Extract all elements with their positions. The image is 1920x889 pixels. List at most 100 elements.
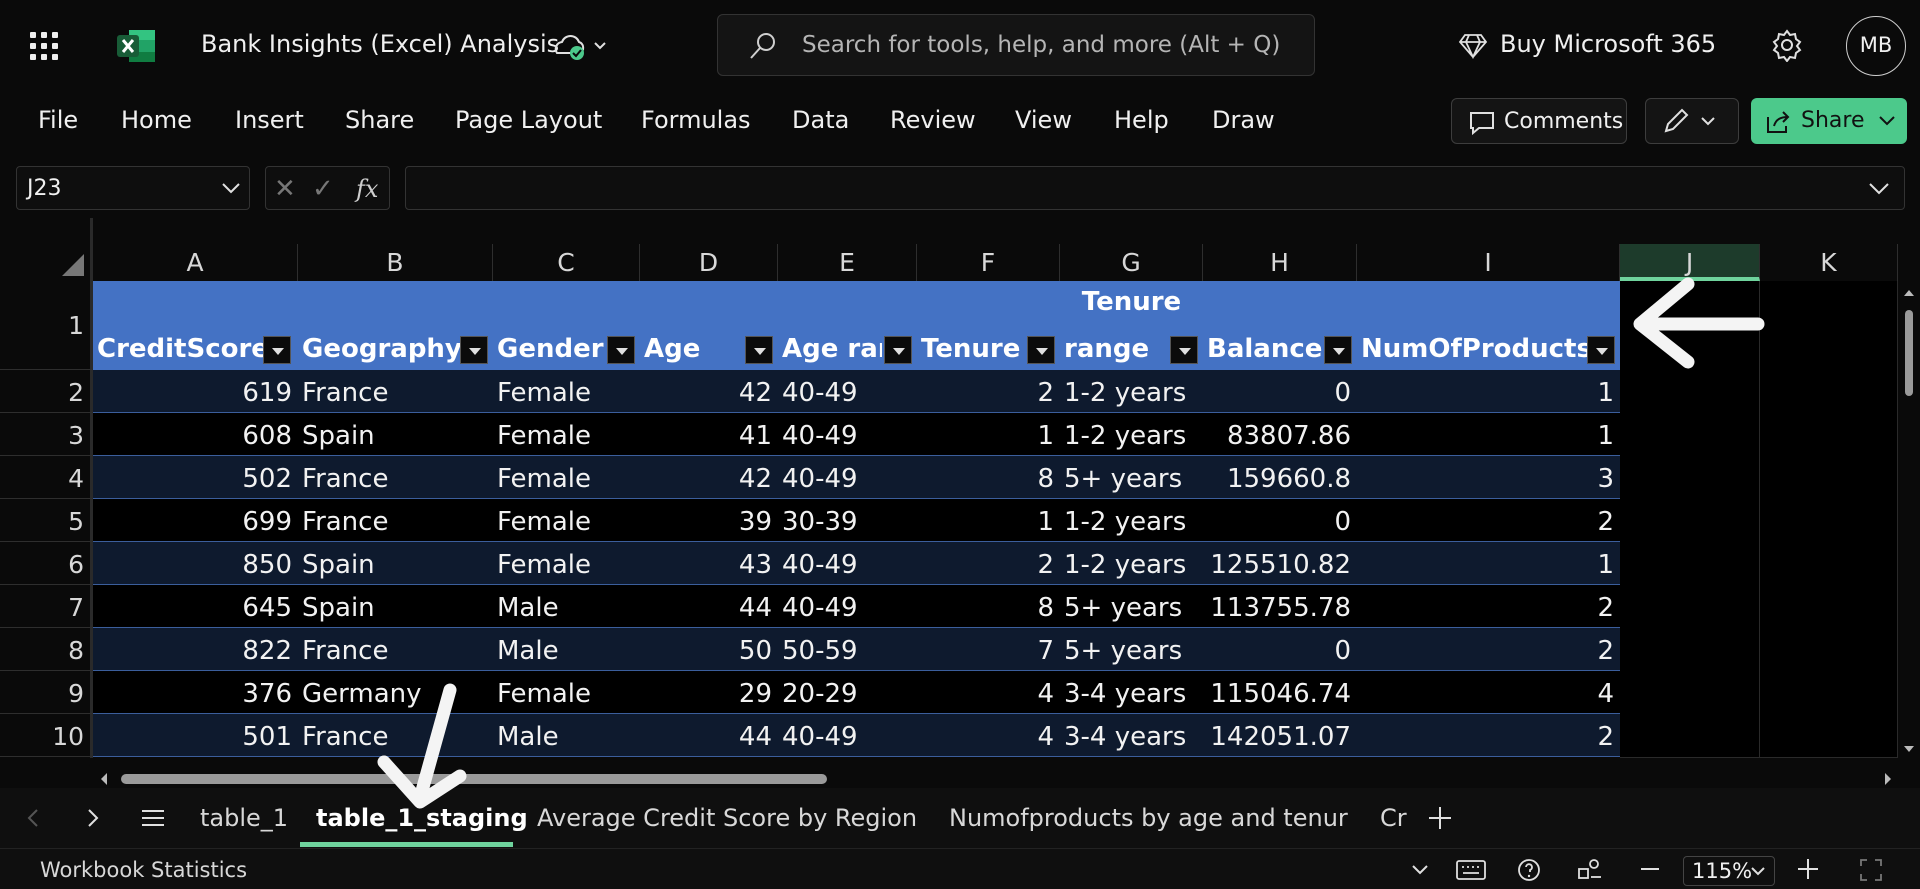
- cell-balance[interactable]: 0: [1203, 628, 1357, 671]
- row-header[interactable]: 7: [0, 585, 92, 628]
- row-header[interactable]: 2: [0, 370, 92, 413]
- cell-numofproducts[interactable]: 1: [1357, 542, 1620, 585]
- cell-age-range[interactable]: 20-29: [778, 671, 917, 714]
- cell-tenure[interactable]: 8: [917, 585, 1060, 628]
- formula-input[interactable]: [405, 166, 1905, 210]
- row-header[interactable]: 10: [0, 714, 92, 757]
- cell-geography[interactable]: France: [298, 499, 493, 542]
- cell-balance[interactable]: 142051.07: [1203, 714, 1357, 757]
- header-cell-creditscore[interactable]: CreditScore: [93, 281, 298, 370]
- menu-help[interactable]: Help: [1114, 106, 1169, 134]
- cell-balance[interactable]: 0: [1203, 499, 1357, 542]
- menu-view[interactable]: View: [1015, 106, 1072, 134]
- cell-gender[interactable]: Male: [493, 585, 640, 628]
- cell-tenure[interactable]: 7: [917, 628, 1060, 671]
- accessibility-icon[interactable]: [1576, 857, 1604, 883]
- zoom-level-select[interactable]: 115%: [1683, 856, 1775, 886]
- cell-age-range[interactable]: 40-49: [778, 542, 917, 585]
- column-header-g[interactable]: G: [1060, 244, 1203, 281]
- empty-column-k[interactable]: [1760, 281, 1898, 758]
- menu-review[interactable]: Review: [890, 106, 976, 134]
- expand-formula-icon[interactable]: [1868, 181, 1890, 197]
- cell-tenure-range[interactable]: 1-2 years: [1060, 542, 1203, 585]
- menu-insert[interactable]: Insert: [235, 106, 304, 134]
- sheet-tab-table-1[interactable]: table_1: [200, 804, 288, 832]
- cell-tenure[interactable]: 2: [917, 370, 1060, 413]
- cell-age[interactable]: 39: [640, 499, 778, 542]
- cell-numofproducts[interactable]: 2: [1357, 714, 1620, 757]
- column-header-c[interactable]: C: [493, 244, 640, 281]
- workbook-statistics-button[interactable]: Workbook Statistics: [40, 858, 247, 882]
- fullscreen-icon[interactable]: [1858, 857, 1884, 883]
- cell-tenure-range[interactable]: 5+ years: [1060, 585, 1203, 628]
- cell-age-range[interactable]: 40-49: [778, 456, 917, 499]
- cell-creditscore[interactable]: 850: [93, 542, 298, 585]
- chevron-down-icon[interactable]: [1410, 861, 1430, 879]
- comments-button[interactable]: Comments: [1451, 98, 1627, 144]
- cell-age-range[interactable]: 50-59: [778, 628, 917, 671]
- menu-draw[interactable]: Draw: [1212, 106, 1275, 134]
- header-cell-tenure-range[interactable]: Tenure range: [1060, 281, 1203, 370]
- sheet-tab-numofproducts[interactable]: Numofproducts by age and tenur: [949, 804, 1348, 832]
- all-sheets-menu-icon[interactable]: [140, 806, 166, 830]
- cell-age-range[interactable]: 30-39: [778, 499, 917, 542]
- row-header[interactable]: 6: [0, 542, 92, 585]
- cell-geography[interactable]: France: [298, 456, 493, 499]
- app-launcher-icon[interactable]: [30, 32, 62, 60]
- cell-gender[interactable]: Male: [493, 714, 640, 757]
- cell-geography[interactable]: Spain: [298, 585, 493, 628]
- avatar[interactable]: MB: [1846, 16, 1906, 76]
- header-cell-age-range[interactable]: Age ran: [778, 281, 917, 370]
- cell-tenure-range[interactable]: 3-4 years: [1060, 671, 1203, 714]
- header-cell-gender[interactable]: Gender: [493, 281, 640, 370]
- menu-data[interactable]: Data: [792, 106, 849, 134]
- editing-mode-button[interactable]: [1645, 98, 1739, 144]
- row-header[interactable]: 1: [0, 281, 92, 370]
- cell-age-range[interactable]: 40-49: [778, 585, 917, 628]
- cell-tenure-range[interactable]: 1-2 years: [1060, 413, 1203, 456]
- column-header-a[interactable]: A: [93, 244, 298, 281]
- help-icon[interactable]: [1516, 857, 1542, 883]
- cell-age[interactable]: 50: [640, 628, 778, 671]
- filter-dropdown-icon[interactable]: [1324, 336, 1352, 364]
- cell-geography[interactable]: Spain: [298, 542, 493, 585]
- filter-dropdown-icon[interactable]: [263, 336, 291, 364]
- cell-age-range[interactable]: 40-49: [778, 413, 917, 456]
- cell-gender[interactable]: Female: [493, 413, 640, 456]
- row-header[interactable]: 8: [0, 628, 92, 671]
- filter-dropdown-icon[interactable]: [1027, 336, 1055, 364]
- filter-dropdown-icon[interactable]: [1587, 336, 1615, 364]
- share-button[interactable]: Share: [1751, 98, 1907, 144]
- filter-dropdown-icon[interactable]: [460, 336, 488, 364]
- cell-age[interactable]: 42: [640, 456, 778, 499]
- zoom-out-icon[interactable]: [1638, 859, 1662, 879]
- column-header-i[interactable]: I: [1357, 244, 1620, 281]
- row-header[interactable]: 9: [0, 671, 92, 714]
- select-all-corner[interactable]: [0, 246, 92, 281]
- header-cell-tenure[interactable]: Tenure: [917, 281, 1060, 370]
- column-header-b[interactable]: B: [298, 244, 493, 281]
- cell-tenure[interactable]: 2: [917, 542, 1060, 585]
- header-cell-age[interactable]: Age: [640, 281, 778, 370]
- cell-gender[interactable]: Female: [493, 456, 640, 499]
- menu-page-layout[interactable]: Page Layout: [455, 106, 602, 134]
- cell-numofproducts[interactable]: 4: [1357, 671, 1620, 714]
- cell-creditscore[interactable]: 619: [93, 370, 298, 413]
- cell-tenure-range[interactable]: 1-2 years: [1060, 370, 1203, 413]
- cell-creditscore[interactable]: 699: [93, 499, 298, 542]
- cell-age[interactable]: 29: [640, 671, 778, 714]
- column-header-h[interactable]: H: [1203, 244, 1357, 281]
- menu-share[interactable]: Share: [345, 106, 414, 134]
- insert-function-icon[interactable]: fx: [356, 175, 378, 203]
- menu-formulas[interactable]: Formulas: [641, 106, 751, 134]
- scroll-tabs-right-icon[interactable]: [80, 806, 104, 830]
- name-box[interactable]: J23: [16, 166, 250, 210]
- column-header-k[interactable]: K: [1760, 244, 1898, 281]
- cell-numofproducts[interactable]: 1: [1357, 370, 1620, 413]
- cell-geography[interactable]: France: [298, 370, 493, 413]
- cell-age[interactable]: 41: [640, 413, 778, 456]
- header-cell-balance[interactable]: Balance: [1203, 281, 1357, 370]
- scroll-tabs-left-icon[interactable]: [22, 806, 46, 830]
- cell-age-range[interactable]: 40-49: [778, 714, 917, 757]
- cell-age[interactable]: 43: [640, 542, 778, 585]
